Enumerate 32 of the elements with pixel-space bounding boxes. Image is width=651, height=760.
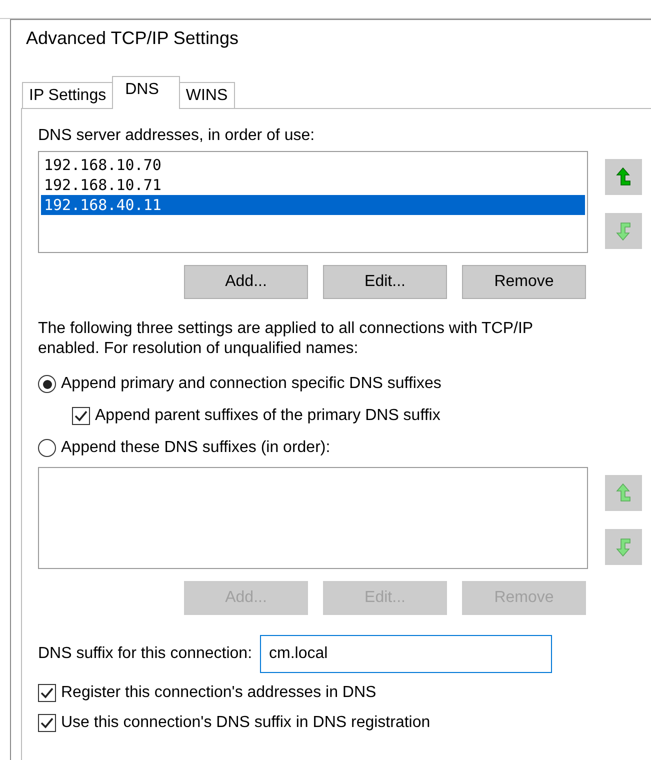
radio-label: Append these DNS suffixes (in order):	[61, 439, 330, 457]
radio-label: Append primary and connection specific DNS suffixes	[61, 375, 442, 393]
tab[interactable]: DNS	[112, 76, 180, 109]
checkbox-label: Use this connection's DNS suffix in DNS registration	[61, 714, 430, 732]
checkbox[interactable]	[72, 407, 90, 425]
description-text: The following three settings are applied to all connections with TCP/IP enabled. For resolution of unqualified names:	[38, 319, 534, 359]
checkbox[interactable]	[38, 684, 56, 702]
checkbox[interactable]	[38, 714, 56, 732]
checkmark-icon	[40, 717, 54, 729]
checkbox-label: Append parent suffixes of the primary DNS suffix	[95, 407, 440, 425]
window-title: Advanced TCP/IP Settings	[25, 27, 240, 50]
list-item[interactable]: 192.168.10.71	[41, 175, 585, 195]
checkbox-label: Register this connection's addresses in DNS	[61, 684, 376, 702]
tab[interactable]: IP Settings	[22, 82, 114, 108]
radio-button[interactable]	[38, 439, 56, 457]
move-up-button[interactable]	[605, 159, 642, 195]
dialog-button[interactable]: Edit...	[323, 265, 447, 299]
field-label: DNS suffix for this connection:	[38, 645, 252, 663]
list-label: DNS server addresses, in order of use:	[38, 127, 316, 146]
tab[interactable]: WINS	[178, 82, 235, 108]
down-arrow-icon	[616, 537, 631, 557]
up-arrow-icon	[616, 167, 631, 187]
dialog-button[interactable]: Remove	[462, 265, 586, 299]
up-arrow-icon	[616, 483, 631, 503]
suffix-input-field[interactable]: cm.local	[260, 635, 552, 673]
checkmark-icon	[40, 687, 54, 699]
checkmark-icon	[74, 410, 88, 422]
radio-button[interactable]	[38, 375, 56, 393]
dialog-button[interactable]: Add...	[184, 265, 308, 299]
list-item[interactable]: 192.168.40.11	[41, 195, 585, 215]
list-item[interactable]: 192.168.10.70	[41, 155, 585, 175]
down-arrow-icon	[616, 221, 631, 241]
